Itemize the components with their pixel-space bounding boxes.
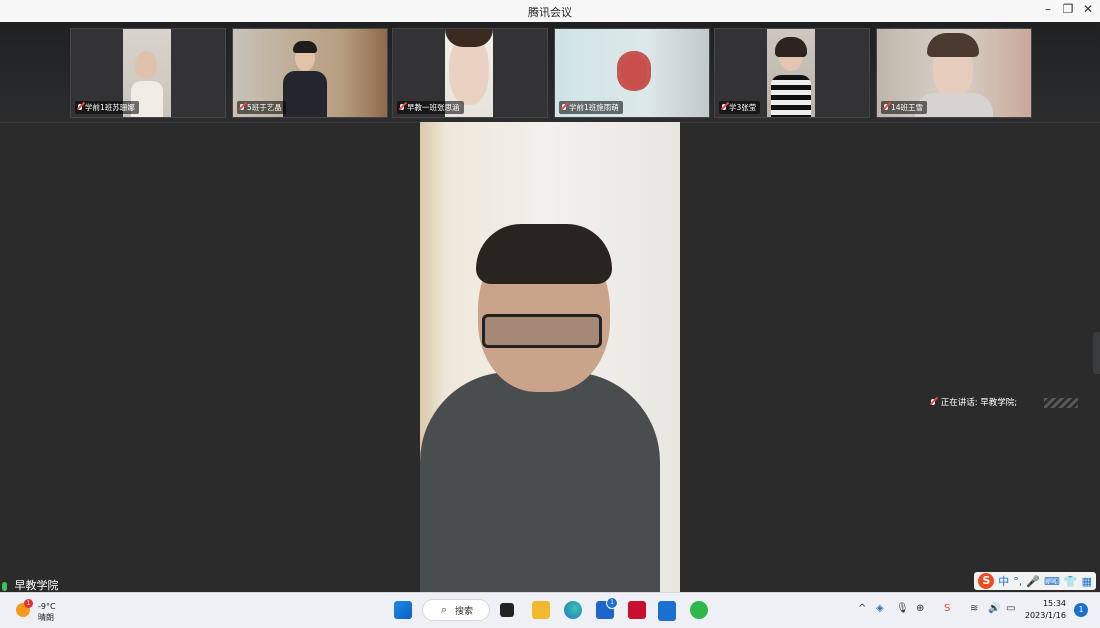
participant-tile[interactable]: 14班王雪 <box>876 28 1032 118</box>
search-icon: ⌕ <box>441 603 448 616</box>
clock-time: 15:34 <box>1042 599 1066 608</box>
ime-voice-icon[interactable]: 🎤 <box>1026 575 1040 588</box>
taskbar-search[interactable]: ⌕ 搜索 <box>422 599 490 621</box>
speaker-hair <box>476 224 612 284</box>
speaking-indicator: 正在讲话: 早教学院; <box>930 396 1078 408</box>
mic-muted-icon <box>883 104 889 112</box>
audio-wave-icon <box>1043 397 1078 408</box>
windows-start-icon[interactable] <box>394 601 412 619</box>
clock-date: 2023/1/16 <box>1024 611 1066 620</box>
volume-icon[interactable]: 🔊 <box>988 603 1000 614</box>
mic-muted-icon <box>77 104 83 112</box>
tray-shield-icon[interactable]: ◈ <box>876 603 884 614</box>
speaking-text: 正在讲话: 早教学院; <box>940 398 1018 408</box>
battery-icon[interactable]: ▭ <box>1006 603 1015 614</box>
weather-badge: 1 <box>24 599 33 608</box>
notification-badge[interactable]: 1 <box>1074 603 1088 617</box>
mic-muted-icon <box>561 104 567 112</box>
participant-strip: 学前1班苏珊娜 5班于艺晶 早教一班张思涵 学前1班施雨萌 学3张莹 14班王雪 <box>0 22 1100 123</box>
mic-muted-icon <box>930 398 936 407</box>
store-badge: 1 <box>606 597 618 609</box>
main-video[interactable] <box>420 122 680 592</box>
window-title: 腾讯会议 <box>528 6 572 19</box>
participant-label: 早教一班张思涵 <box>397 101 464 114</box>
edge-browser-icon[interactable] <box>564 601 582 619</box>
ime-punct[interactable]: °, <box>1013 575 1022 588</box>
search-label: 搜索 <box>455 607 474 617</box>
mic-muted-icon <box>721 104 727 112</box>
participant-tile[interactable]: 早教一班张思涵 <box>392 28 548 118</box>
participant-video <box>767 29 815 117</box>
ime-mode[interactable]: 中 <box>998 573 1009 589</box>
title-bar: 腾讯会议 – ❐ ✕ <box>0 0 1100 22</box>
taskbar: 1 -9°C 晴朗 ⌕ 搜索 1 ^ ◈ 🎙 ⊕ S ≋ 🔊 ▭ 15:34 20… <box>0 592 1100 628</box>
weather-desc: 晴朗 <box>38 613 54 622</box>
participant-label: 5班于艺晶 <box>237 101 286 114</box>
mic-on-icon <box>2 581 7 591</box>
participant-label: 学前1班苏珊娜 <box>75 101 139 114</box>
sogou-logo-icon: S <box>978 573 995 589</box>
ime-toolbar[interactable]: S 中 °, 🎤 ⌨ 👕 ▦ <box>974 572 1096 590</box>
ime-skin-icon[interactable]: 👕 <box>1064 575 1078 588</box>
weather-temp: -9°C <box>38 602 56 611</box>
restore-button[interactable]: ❐ <box>1058 2 1078 16</box>
wechat-icon[interactable] <box>690 601 708 619</box>
mcafee-icon[interactable] <box>628 601 646 619</box>
task-view-icon[interactable] <box>500 603 514 617</box>
close-button[interactable]: ✕ <box>1078 2 1098 16</box>
ime-keyboard-icon[interactable]: ⌨ <box>1044 575 1060 588</box>
tray-mic-icon[interactable]: 🎙 <box>896 603 909 614</box>
tray-sogou-icon[interactable]: S <box>944 603 950 614</box>
minimize-button[interactable]: – <box>1038 2 1058 16</box>
speaker-body <box>420 372 660 592</box>
tray-input-icon[interactable]: ⊕ <box>916 603 924 614</box>
tencent-meeting-icon[interactable] <box>658 601 676 621</box>
participant-tile[interactable]: 学前1班苏珊娜 <box>70 28 226 118</box>
wifi-icon[interactable]: ≋ <box>970 603 978 614</box>
speaker-glasses <box>482 314 602 348</box>
participant-label: 14班王雪 <box>881 101 928 114</box>
participant-label: 学前1班施雨萌 <box>559 101 623 114</box>
participant-tile[interactable]: 学前1班施雨萌 <box>554 28 710 118</box>
participant-tile[interactable]: 5班于艺晶 <box>232 28 388 118</box>
participant-tile[interactable]: 学3张莹 <box>714 28 870 118</box>
mic-muted-icon <box>399 104 405 112</box>
taskbar-clock[interactable]: 15:34 2023/1/16 <box>1025 598 1066 622</box>
store-icon[interactable]: 1 <box>596 597 618 619</box>
tray-expand-icon[interactable]: ^ <box>858 603 866 614</box>
local-user-name: 早教学院 <box>14 579 59 592</box>
ime-grid-icon[interactable]: ▦ <box>1082 575 1092 588</box>
file-explorer-icon[interactable] <box>532 601 550 619</box>
mic-muted-icon <box>239 104 245 112</box>
participant-label: 学3张莹 <box>719 101 761 114</box>
side-panel-handle[interactable] <box>1093 332 1100 374</box>
